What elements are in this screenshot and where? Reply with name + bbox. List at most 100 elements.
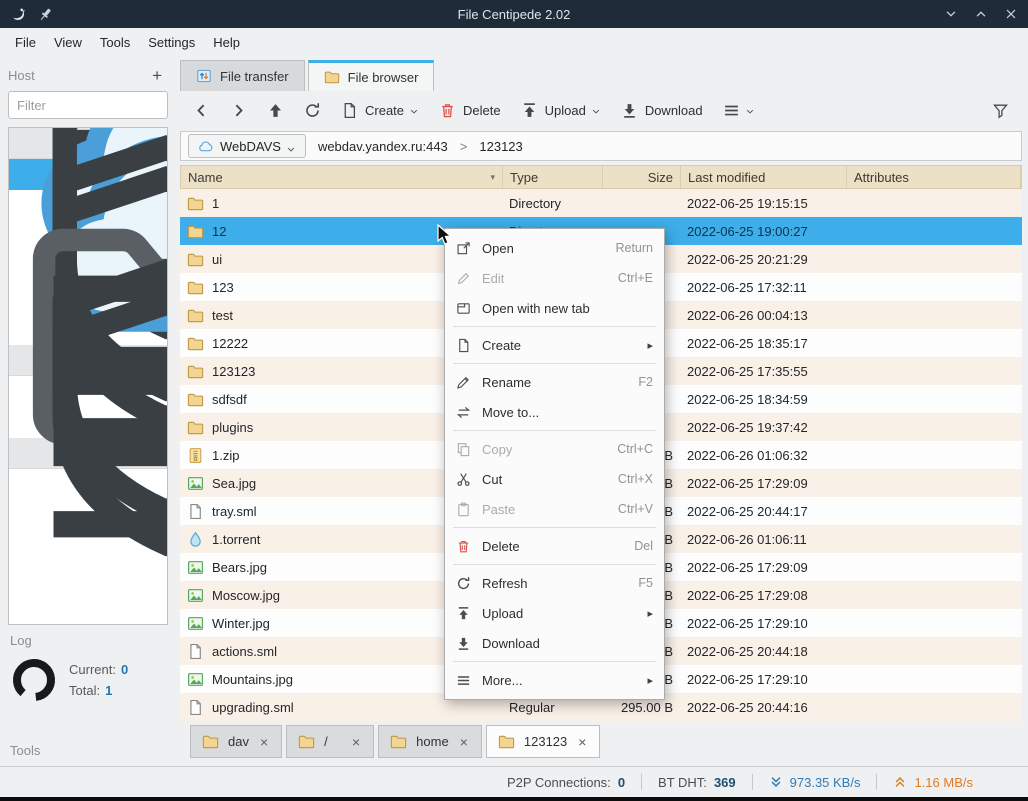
context-menu-item-move-to[interactable]: Move to...: [445, 397, 664, 427]
upload-button[interactable]: Upload: [512, 96, 610, 125]
close-icon[interactable]: ×: [258, 734, 270, 750]
close-icon[interactable]: ×: [576, 734, 588, 750]
cell-attributes: [846, 693, 1022, 721]
cell-modified: 2022-06-25 20:44:18: [687, 643, 808, 659]
pin-icon[interactable]: [37, 6, 54, 23]
tab-label: home: [416, 734, 449, 749]
folder-icon: [298, 733, 315, 750]
menubar-item-settings[interactable]: Settings: [139, 30, 204, 55]
progress-ring: [13, 659, 55, 701]
close-button[interactable]: [1004, 7, 1018, 21]
forward-button[interactable]: [221, 96, 256, 125]
upload-label: Upload: [544, 102, 586, 118]
close-icon[interactable]: ×: [350, 734, 362, 750]
cell-attributes: [846, 525, 1022, 553]
back-button[interactable]: [184, 96, 219, 125]
tab-file-transfer[interactable]: File transfer: [180, 60, 305, 91]
cell-modified: 2022-06-25 20:44:17: [687, 503, 808, 519]
create-file-icon: [341, 102, 358, 119]
bottom-tab-item[interactable]: / ×: [286, 725, 375, 758]
cell-modified: 2022-06-25 19:00:27: [687, 223, 808, 239]
close-icon[interactable]: ×: [458, 734, 470, 750]
menu-button[interactable]: [714, 96, 764, 125]
cell-type: Directory: [509, 195, 562, 211]
context-menu-item-upload[interactable]: Upload ▸: [445, 598, 664, 628]
hamburger-icon: [456, 673, 471, 688]
protocol-dropdown[interactable]: WebDAVS: [188, 134, 306, 158]
file-name: 1.torrent: [212, 531, 261, 547]
column-header-size[interactable]: Size: [603, 166, 681, 188]
cell-size: [602, 189, 680, 217]
menu-item-label: Create: [482, 337, 522, 353]
breadcrumb-path[interactable]: 123123: [479, 139, 522, 154]
main-tab-bar: File transfer File browser: [180, 60, 1022, 91]
column-header-name[interactable]: Name ▾: [181, 166, 503, 188]
menu-bar: File View Tools Settings Help: [0, 28, 1028, 57]
bottom-tab-123123[interactable]: 123123 ×: [485, 725, 601, 758]
sidebar: Host + Allwebdav.yandex.ru:443192.168.1.…: [0, 57, 176, 766]
context-menu-item-cut[interactable]: Cut Ctrl+X: [445, 464, 664, 494]
cell-modified: 2022-06-25 17:29:10: [687, 671, 808, 687]
breadcrumb-host[interactable]: webdav.yandex.ru:443: [318, 139, 448, 154]
menubar-item-help[interactable]: Help: [204, 30, 249, 55]
bottom-tab-dav[interactable]: dav ×: [190, 725, 283, 758]
sort-indicator: ▾: [490, 171, 495, 182]
download-bold-icon: [456, 636, 471, 651]
tab-file-browser[interactable]: File browser: [307, 60, 435, 91]
edit-icon: [456, 271, 471, 286]
folder-icon: [187, 223, 204, 240]
menu-shortcut: F5: [638, 576, 653, 590]
create-file-icon: [456, 338, 471, 353]
folder-icon: [324, 69, 340, 85]
host-header: Host +: [8, 63, 168, 87]
bottom-tab-home[interactable]: home ×: [378, 725, 482, 758]
context-menu-item-download[interactable]: Download: [445, 628, 664, 658]
context-menu-item-create[interactable]: Create ▸: [445, 330, 664, 360]
cell-attributes: [846, 273, 1022, 301]
context-menu-item-delete[interactable]: Delete Del: [445, 531, 664, 561]
context-menu-item-open[interactable]: Open Return: [445, 233, 664, 263]
chevron-down-icon: [591, 107, 601, 117]
minimize-button[interactable]: [944, 7, 958, 21]
menu-shortcut: Ctrl+E: [617, 271, 653, 285]
menu-item-label: Copy: [482, 441, 513, 457]
menubar-item-file[interactable]: File: [6, 30, 45, 55]
download-button[interactable]: Download: [612, 96, 712, 125]
file-row-1[interactable]: 1 Directory 2022-06-25 19:15:15: [180, 189, 1022, 217]
host-group-sdfsdf[interactable]: sdfsdf: [9, 368, 167, 538]
add-host-button[interactable]: +: [146, 67, 168, 84]
menu-item-label: Delete: [482, 538, 520, 554]
refresh-button[interactable]: [295, 96, 330, 125]
trash-icon: [439, 102, 456, 119]
cell-attributes: [846, 665, 1022, 693]
context-menu-item-rename[interactable]: Rename F2: [445, 367, 664, 397]
toolbar: Create Delete Upload Download: [180, 91, 1022, 129]
context-menu-item-more[interactable]: More... ▸: [445, 665, 664, 695]
column-header-last-modified[interactable]: Last modified: [681, 166, 847, 188]
bottom-edge: [0, 797, 1028, 801]
delete-button[interactable]: Delete: [430, 96, 510, 125]
cell-attributes: [846, 441, 1022, 469]
column-header-attributes[interactable]: Attributes: [847, 166, 1021, 188]
column-header-type[interactable]: Type: [503, 166, 603, 188]
menubar-item-view[interactable]: View: [45, 30, 91, 55]
menu-item-label: Edit: [482, 270, 505, 286]
file-name: actions.sml: [212, 643, 278, 659]
chevron-down-icon: [409, 107, 419, 117]
cell-modified: 2022-06-25 17:29:08: [687, 587, 808, 603]
up-button[interactable]: [258, 96, 293, 125]
menubar-item-tools[interactable]: Tools: [91, 30, 139, 55]
tab-label: 123123: [523, 734, 568, 749]
maximize-button[interactable]: [974, 7, 988, 21]
context-menu-item-refresh[interactable]: Refresh F5: [445, 568, 664, 598]
submenu-arrow-icon: ▸: [647, 607, 653, 620]
log-label: Log: [10, 633, 32, 648]
create-button[interactable]: Create: [332, 96, 428, 125]
status-bar: P2P Connections: 0 BT DHT: 369 973.35 KB…: [0, 766, 1028, 797]
filter-input[interactable]: [8, 91, 168, 119]
back-icon: [193, 102, 210, 119]
context-menu-item-open-with-new-tab[interactable]: Open with new tab: [445, 293, 664, 323]
download-label: Download: [644, 102, 703, 118]
dht-label: BT DHT:: [658, 774, 707, 790]
filter-button[interactable]: [983, 96, 1018, 125]
